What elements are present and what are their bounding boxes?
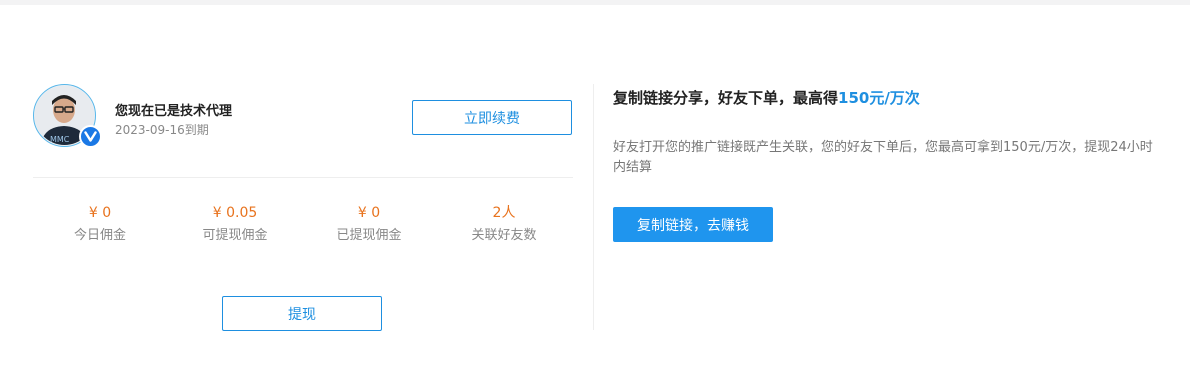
renew-button[interactable]: 立即续费 xyxy=(412,100,572,135)
stat-label: 可提现佣金 xyxy=(202,228,268,243)
stat-label: 今日佣金 xyxy=(73,228,126,243)
stat-label: 关联好友数 xyxy=(471,228,537,243)
promo-headline-text: 复制链接分享，好友下单，最高得 xyxy=(613,89,839,107)
divider xyxy=(33,177,573,178)
vertical-divider xyxy=(593,84,594,330)
agent-status: 您现在已是技术代理 xyxy=(115,104,233,119)
stat-today-commission: ¥ 0 今日佣金 xyxy=(35,204,165,244)
withdraw-button[interactable]: 提现 xyxy=(222,296,382,331)
stat-withdrawable-commission: ¥ 0.05 可提现佣金 xyxy=(170,204,300,244)
promo-rate: 150元/万次 xyxy=(838,89,920,107)
stat-withdrawn-commission: ¥ 0 已提现佣金 xyxy=(304,204,434,244)
copy-link-button[interactable]: 复制链接，去赚钱 xyxy=(613,207,773,242)
promo-headline: 复制链接分享，好友下单，最高得150元/万次 xyxy=(613,87,920,108)
svg-text:MMC: MMC xyxy=(50,135,70,144)
stat-linked-friends: 2人 关联好友数 xyxy=(439,204,569,244)
promo-description: 好友打开您的推广链接既产生关联，您的好友下单后，您最高可拿到150元/万次，提现… xyxy=(613,140,1153,175)
avatar: MMC xyxy=(33,84,102,148)
stat-value: 2人 xyxy=(492,205,516,221)
stat-value: ¥ 0 xyxy=(88,205,112,221)
stat-value: ¥ 0 xyxy=(357,205,381,221)
expiry-date: 2023-09-16到期 xyxy=(115,123,209,137)
commission-stats: ¥ 0 今日佣金 ¥ 0.05 可提现佣金 ¥ 0 已提现佣金 2人 关联好友数 xyxy=(33,204,573,248)
top-strip xyxy=(0,0,1190,5)
vip-check-icon xyxy=(79,125,102,148)
stat-value: ¥ 0.05 xyxy=(212,205,258,221)
stat-label: 已提现佣金 xyxy=(336,228,402,243)
